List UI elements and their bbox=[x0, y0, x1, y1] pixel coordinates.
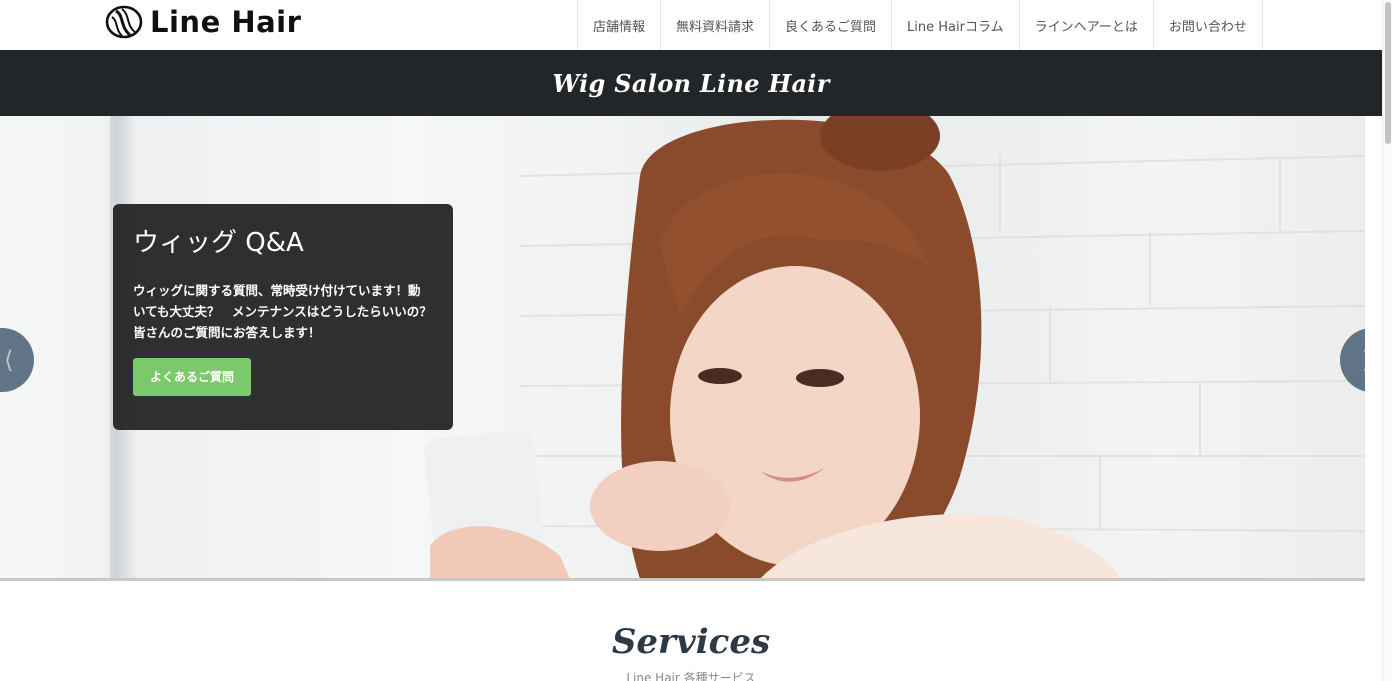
main-nav: 店舗情報 無料資料請求 良くあるご質問 Line Hairコラム ラインヘアーと… bbox=[577, 0, 1263, 50]
nav-item-about[interactable]: ラインヘアーとは bbox=[1018, 0, 1153, 50]
page-scrollbar[interactable] bbox=[1382, 0, 1392, 681]
hero-carousel: ウィッグ Q&A ウィッグに関する質問、常時受け付けています！動いても大丈夫？ … bbox=[0, 116, 1365, 579]
services-title: Services bbox=[611, 622, 771, 662]
logo-text: Line Hair bbox=[150, 5, 302, 39]
caption-text: ウィッグに関する質問、常時受け付けています！動いても大丈夫？ メンテナンスはどう… bbox=[133, 283, 445, 340]
nav-item-free-brochure[interactable]: 無料資料請求 bbox=[660, 0, 769, 50]
chevron-right-icon: ⟩ bbox=[1362, 346, 1365, 374]
logo-hair-icon bbox=[105, 5, 143, 39]
site-title: Wig Salon Line Hair bbox=[552, 68, 830, 98]
nav-item-contact[interactable]: お問い合わせ bbox=[1152, 0, 1263, 50]
nav-item-faq[interactable]: 良くあるご質問 bbox=[769, 0, 891, 50]
title-bar: Wig Salon Line Hair bbox=[0, 50, 1382, 116]
hero-divider bbox=[0, 578, 1365, 581]
services-subtitle: Line Hair 各種サービス bbox=[626, 671, 756, 681]
caption-title: ウィッグ Q&A bbox=[133, 228, 304, 258]
faq-button[interactable]: よくあるご質問 bbox=[133, 358, 252, 396]
site-logo[interactable]: Line Hair bbox=[104, 4, 301, 40]
nav-item-store-info[interactable]: 店舗情報 bbox=[577, 0, 660, 50]
scrollbar-thumb[interactable] bbox=[1385, 2, 1391, 144]
hero-caption: ウィッグ Q&A ウィッグに関する質問、常時受け付けています！動いても大丈夫？ … bbox=[113, 204, 453, 430]
site-header: Line Hair 店舗情報 無料資料請求 良くあるご質問 Line Hairコ… bbox=[0, 0, 1382, 50]
nav-item-column[interactable]: Line Hairコラム bbox=[891, 0, 1019, 50]
chevron-left-icon: ⟨ bbox=[4, 346, 14, 374]
